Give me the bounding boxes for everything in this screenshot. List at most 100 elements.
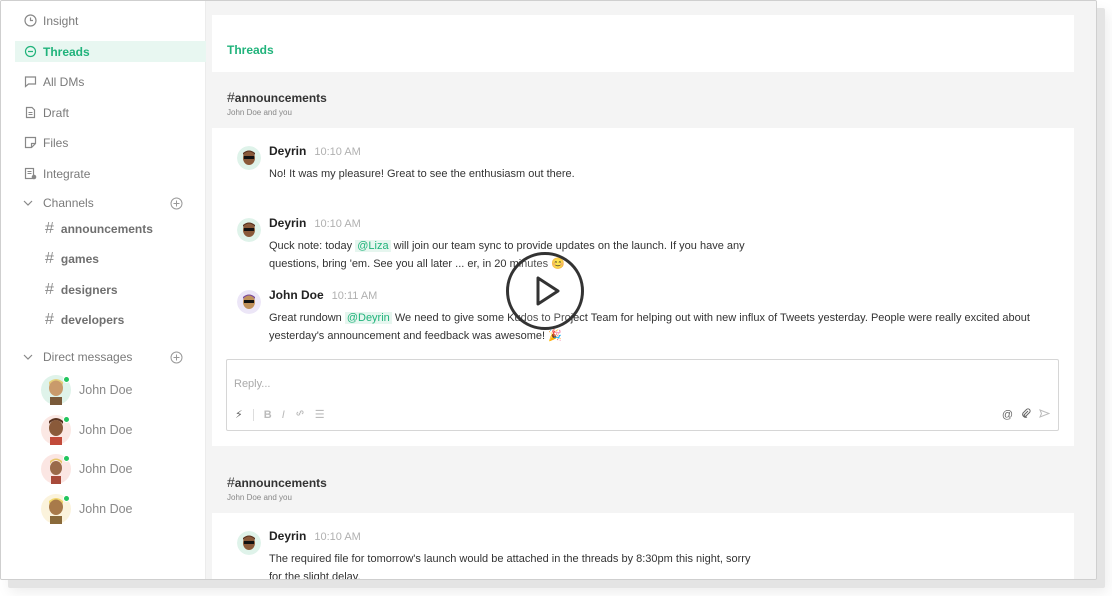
hash-icon: # (45, 281, 54, 298)
direct-messages-header[interactable]: Direct messages (23, 348, 183, 366)
integrate-icon (24, 167, 37, 180)
text-segment: will join our team sync to provide updat… (390, 240, 745, 252)
online-status-indicator (63, 376, 70, 383)
author-name: John Doe (269, 288, 324, 302)
text-segment: Great rundown (269, 312, 345, 324)
message-time: 10:10 AM (314, 531, 361, 543)
lightning-icon[interactable]: ⚡︎ (235, 408, 243, 421)
message-time: 10:10 AM (314, 218, 361, 230)
send-icon[interactable] (1039, 409, 1051, 421)
hash-icon: # (45, 220, 54, 237)
sidebar-item-all-dms[interactable]: All DMs (15, 71, 206, 92)
text-line: for the slight delay. (269, 571, 361, 580)
sidebar-item-label: Threads (43, 44, 90, 59)
online-status-indicator (63, 455, 70, 462)
sidebar-item-files[interactable]: Files (15, 132, 206, 153)
channels-header[interactable]: Channels (23, 194, 183, 212)
bold-icon[interactable]: B (264, 409, 272, 421)
thread-channel-name: announcements (234, 476, 327, 490)
dm-item[interactable]: John Doe (41, 493, 133, 525)
author-name: Deyrin (269, 529, 307, 543)
text-line: questions, bring 'em. See you all later … (269, 258, 565, 270)
channel-designers[interactable]: # designers (45, 281, 118, 299)
avatar (41, 494, 71, 524)
thread-participants: John Doe and you (227, 108, 292, 117)
sidebar-item-draft[interactable]: Draft (15, 102, 206, 123)
chat-bubble-icon (24, 45, 37, 58)
dm-item[interactable]: John Doe (41, 374, 133, 406)
text-line: The required file for tomorrow's launch … (269, 553, 751, 565)
mention-link[interactable]: @Liza (355, 240, 391, 252)
avatar (237, 531, 261, 555)
composer-actions: @ (1002, 408, 1051, 422)
mention-link[interactable]: @Deyrin (344, 312, 392, 324)
message-time: 10:11 AM (331, 290, 378, 302)
dm-name: John Doe (79, 383, 133, 397)
channel-games[interactable]: # games (45, 250, 99, 268)
online-status-indicator (63, 416, 70, 423)
avatar (41, 375, 71, 405)
divider (252, 408, 254, 421)
link-icon[interactable] (295, 408, 305, 421)
message-icon (24, 75, 37, 88)
dm-item[interactable]: John Doe (41, 453, 133, 485)
dms-label: Direct messages (43, 350, 133, 364)
sidebar-item-threads[interactable]: Threads (15, 41, 206, 62)
hash-icon: # (45, 250, 54, 267)
message-author[interactable]: John Doe 10:11 AM (269, 288, 377, 302)
dm-name: John Doe (79, 462, 133, 476)
file-icon (24, 136, 37, 149)
channel-label: games (60, 252, 99, 266)
sidebar-item-label: Insight (43, 13, 79, 28)
add-channel-icon[interactable] (170, 197, 183, 210)
avatar (237, 146, 261, 170)
play-icon (536, 276, 560, 306)
avatar (41, 415, 71, 445)
channel-label: designers (60, 283, 118, 297)
threads-header-card: Threads (212, 15, 1074, 72)
hash-icon: # (227, 89, 235, 105)
thread-channel-title[interactable]: #announcements (227, 89, 327, 105)
message-text: Quck note: today @Liza will join our tea… (269, 237, 745, 273)
message-author[interactable]: Deyrin 10:10 AM (269, 216, 361, 230)
italic-icon[interactable]: I (282, 409, 285, 421)
dm-item[interactable]: John Doe (41, 414, 133, 446)
author-name: Deyrin (269, 144, 307, 158)
app-window: Insight Threads All DMs Draft Files Inte… (0, 0, 1097, 580)
main-content: Threads #announcements John Doe and you … (206, 1, 1096, 580)
document-icon (24, 106, 37, 119)
page-title: Threads (227, 43, 274, 57)
attachment-icon[interactable] (1021, 408, 1031, 422)
chevron-down-icon (23, 200, 33, 207)
channels-label: Channels (43, 196, 94, 210)
avatar (41, 454, 71, 484)
thread-channel-title[interactable]: #announcements (227, 474, 327, 490)
format-toolbar: ⚡︎ B I ☰ (235, 408, 325, 421)
list-icon[interactable]: ☰ (315, 408, 325, 421)
sidebar-item-integrate[interactable]: Integrate (15, 163, 206, 184)
author-name: Deyrin (269, 216, 307, 230)
sidebar-item-label: Draft (43, 105, 70, 120)
message-author[interactable]: Deyrin 10:10 AM (269, 144, 361, 158)
text-segment: We need to give some Kudos to Project Te… (391, 312, 1030, 324)
channel-label: developers (60, 313, 125, 327)
clock-icon (24, 14, 37, 27)
thread-card: Deyrin 10:10 AM The required file for tom… (212, 513, 1074, 580)
mention-icon[interactable]: @ (1002, 409, 1013, 421)
play-button[interactable] (506, 252, 584, 330)
sidebar-item-label: All DMs (43, 74, 85, 89)
add-dm-icon[interactable] (170, 351, 183, 364)
channel-developers[interactable]: # developers (45, 311, 124, 329)
sidebar-item-label: Files (43, 135, 69, 150)
text-segment: Quck note: today (269, 240, 356, 252)
reply-composer[interactable]: Reply... ⚡︎ B I ☰ @ (226, 359, 1059, 431)
avatar (237, 290, 261, 314)
sidebar-item-insight[interactable]: Insight (15, 10, 206, 31)
channel-label: announcements (60, 222, 153, 236)
text-line: yesterday's announcement and feedback wa… (269, 330, 562, 342)
channel-announcements[interactable]: # announcements (45, 220, 153, 238)
reply-input[interactable]: Reply... (234, 378, 270, 390)
sidebar: Insight Threads All DMs Draft Files Inte… (1, 1, 206, 579)
message-author[interactable]: Deyrin 10:10 AM (269, 529, 361, 543)
message-text: No! It was my pleasure! Great to see the… (269, 168, 575, 180)
